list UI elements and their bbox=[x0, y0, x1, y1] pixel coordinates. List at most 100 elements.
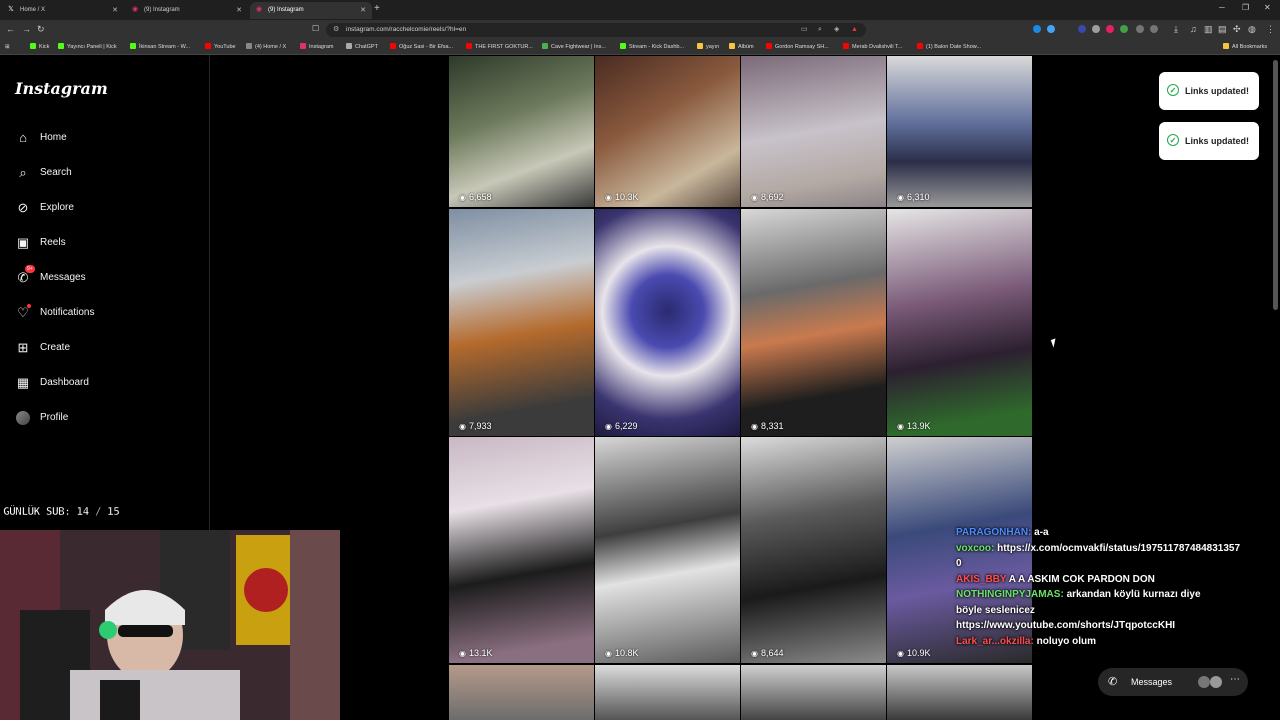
extension-icon[interactable] bbox=[1106, 25, 1114, 33]
bookmark-item[interactable]: THE FIRST GOKTUR... bbox=[466, 40, 533, 54]
eye-icon: ◉ bbox=[897, 422, 904, 431]
view-count: ◉ 6,658 bbox=[459, 192, 492, 202]
tab-title: Home / X bbox=[20, 7, 46, 13]
reel-tile[interactable] bbox=[449, 665, 594, 720]
extension-icon[interactable] bbox=[1047, 25, 1055, 33]
bookmark-item[interactable]: yayın bbox=[697, 40, 719, 54]
cast-icon[interactable]: ▭ bbox=[801, 23, 808, 37]
chat-username: Lark_ar...okzilla: bbox=[956, 635, 1034, 647]
chat-text: noluyo olum bbox=[1033, 635, 1097, 647]
window-close-icon[interactable]: ✕ bbox=[1264, 3, 1271, 12]
reel-tile[interactable] bbox=[595, 665, 740, 720]
sidebar-item-notifications[interactable]: ♡ Notifications bbox=[15, 303, 195, 323]
reel-tile[interactable]: ◉ 6,658 bbox=[449, 56, 594, 207]
sidebar-item-search[interactable]: ⌕ Search bbox=[15, 163, 195, 183]
minimize-icon[interactable]: ─ bbox=[1219, 3, 1225, 12]
extension-icon[interactable] bbox=[1092, 25, 1100, 33]
close-icon[interactable]: ✕ bbox=[360, 2, 366, 19]
extension-icon[interactable] bbox=[1033, 25, 1041, 33]
sidebar-item-dashboard[interactable]: ▦ Dashboard bbox=[15, 373, 195, 393]
back-icon[interactable]: ← bbox=[6, 24, 15, 34]
reel-tile[interactable]: ◉ 8,331 bbox=[741, 209, 886, 436]
sidebar-item-home[interactable]: ⌂ Home bbox=[15, 128, 195, 148]
webcam-overlay bbox=[0, 530, 340, 720]
bookmark-item[interactable]: Yayıncı Paneli | Kick bbox=[58, 40, 117, 54]
reel-tile[interactable]: ◉ 7,933 bbox=[449, 209, 594, 436]
page-scrollbar[interactable] bbox=[1273, 60, 1278, 310]
view-count: ◉ 10.8K bbox=[605, 648, 639, 658]
close-icon[interactable]: ✕ bbox=[112, 2, 118, 19]
eye-icon: ◉ bbox=[605, 422, 612, 431]
instagram-logo[interactable]: Instagram bbox=[15, 79, 108, 98]
sidepanel-icon[interactable]: ▥ bbox=[1204, 24, 1213, 35]
bookmark-item[interactable]: Oğuz Sasi - Bir Efsa... bbox=[390, 40, 453, 54]
messages-pill-label: Messages bbox=[1131, 677, 1173, 687]
bookmark-icon[interactable]: ☐ bbox=[312, 24, 319, 33]
sidebar-item-explore[interactable]: ⊘ Explore bbox=[15, 198, 195, 218]
forward-icon[interactable]: → bbox=[22, 24, 31, 34]
shield-icon[interactable]: ◈ bbox=[834, 23, 839, 37]
chat-message: NOTHINGINPYJAMAS: arkandan köylü kurnazı… bbox=[956, 587, 1276, 603]
maximize-icon[interactable]: ❐ bbox=[1242, 3, 1249, 12]
notification-dot bbox=[27, 304, 31, 308]
bookmark-item[interactable]: (4) Home / X bbox=[246, 40, 286, 54]
reel-tile[interactable]: ◉ 13.9K bbox=[887, 209, 1032, 436]
bookmark-item[interactable]: (1) Balon Date Show... bbox=[917, 40, 981, 54]
tabs-icon[interactable]: ▤ bbox=[1218, 24, 1227, 35]
reel-tile[interactable] bbox=[741, 665, 886, 720]
mouse-cursor-icon bbox=[1050, 338, 1059, 348]
music-icon[interactable]: ♫ bbox=[1190, 24, 1197, 34]
warning-icon[interactable]: ▲ bbox=[851, 23, 858, 37]
webcam-image bbox=[0, 530, 340, 720]
sidebar-item-profile[interactable]: Profile bbox=[15, 408, 195, 428]
bookmark-item[interactable]: Gordon Ramsay SH... bbox=[766, 40, 829, 54]
extension-icon[interactable] bbox=[1120, 25, 1128, 33]
browser-tab[interactable]: 𝕏 Home / X ✕ bbox=[2, 2, 124, 19]
browser-tab-active[interactable]: ◉ (9) Instagram ✕ bbox=[250, 2, 372, 19]
sidebar-item-messages[interactable]: ✆ 9+ Messages bbox=[15, 265, 195, 288]
reel-tile[interactable]: ◉ 8,692 bbox=[741, 56, 886, 207]
new-tab-button[interactable]: + bbox=[374, 3, 380, 14]
bookmark-item[interactable]: Kick bbox=[30, 40, 49, 54]
browser-tab[interactable]: ◉ (9) Instagram ✕ bbox=[126, 2, 248, 19]
bookmark-item[interactable]: Merab Dvalishvili T... bbox=[843, 40, 902, 54]
reel-tile[interactable]: ◉ 6,310 bbox=[887, 56, 1032, 207]
bookmark-item[interactable]: İkinsan Stream - W... bbox=[130, 40, 190, 54]
all-bookmarks[interactable]: All Bookmarks bbox=[1223, 40, 1267, 54]
eye-icon: ◉ bbox=[605, 193, 612, 202]
bookmark-item[interactable]: Stream - Kick Dashb... bbox=[620, 40, 684, 54]
apps-icon[interactable]: ⊞ bbox=[5, 40, 10, 54]
sidebar-item-create[interactable]: ⊞ Create bbox=[15, 338, 195, 358]
profile-icon[interactable]: ◍ bbox=[1248, 24, 1256, 35]
view-count: ◉ 7,933 bbox=[459, 421, 492, 431]
download-icon[interactable]: ⤓ bbox=[1174, 24, 1178, 35]
site-info-icon[interactable]: ⚙ bbox=[333, 23, 339, 37]
reel-tile[interactable]: ◉ 10.3K bbox=[595, 56, 740, 207]
reel-tile[interactable]: ◉ 10.8K bbox=[595, 437, 740, 663]
bookmark-item[interactable]: ChatGPT bbox=[346, 40, 378, 54]
extension-icon[interactable] bbox=[1150, 25, 1158, 33]
reel-tile[interactable]: ◉ 8,644 bbox=[741, 437, 886, 663]
bookmark-item[interactable]: Cave Fightwear | Ins... bbox=[542, 40, 606, 54]
reel-tile[interactable]: ◉ 13.1K bbox=[449, 437, 594, 663]
instagram-icon: ◉ bbox=[255, 6, 263, 13]
toast-notification: ✓ Links updated! bbox=[1159, 72, 1259, 110]
sidebar-item-reels[interactable]: ▣ Reels bbox=[15, 233, 195, 253]
puzzle-icon[interactable]: ✣ bbox=[1233, 24, 1241, 35]
url-text[interactable]: instagram.com/racchelcomie/reels/?hl=en bbox=[346, 23, 466, 37]
chat-username: AKIS_BBY bbox=[956, 573, 1007, 585]
bookmark-item[interactable]: YouTube bbox=[205, 40, 236, 54]
bookmark-item[interactable]: Instagram bbox=[300, 40, 333, 54]
menu-icon[interactable]: ⋮ bbox=[1266, 24, 1275, 35]
close-icon[interactable]: ✕ bbox=[236, 2, 242, 19]
extension-icon[interactable] bbox=[1078, 25, 1086, 33]
reel-tile[interactable] bbox=[887, 665, 1032, 720]
address-bar[interactable]: ⚙ instagram.com/racchelcomie/reels/?hl=e… bbox=[326, 23, 866, 37]
reel-tile[interactable]: ◉ 6,229 bbox=[595, 209, 740, 436]
reload-icon[interactable]: ↻ bbox=[37, 24, 45, 35]
messages-pill-button[interactable]: ✆ Messages ⋯ bbox=[1098, 668, 1248, 696]
bookmark-item[interactable]: Albüm bbox=[729, 40, 754, 54]
chat-text: a-a bbox=[1031, 527, 1049, 538]
zoom-icon[interactable]: ⌕ bbox=[818, 23, 822, 37]
extension-icon[interactable] bbox=[1136, 25, 1144, 33]
